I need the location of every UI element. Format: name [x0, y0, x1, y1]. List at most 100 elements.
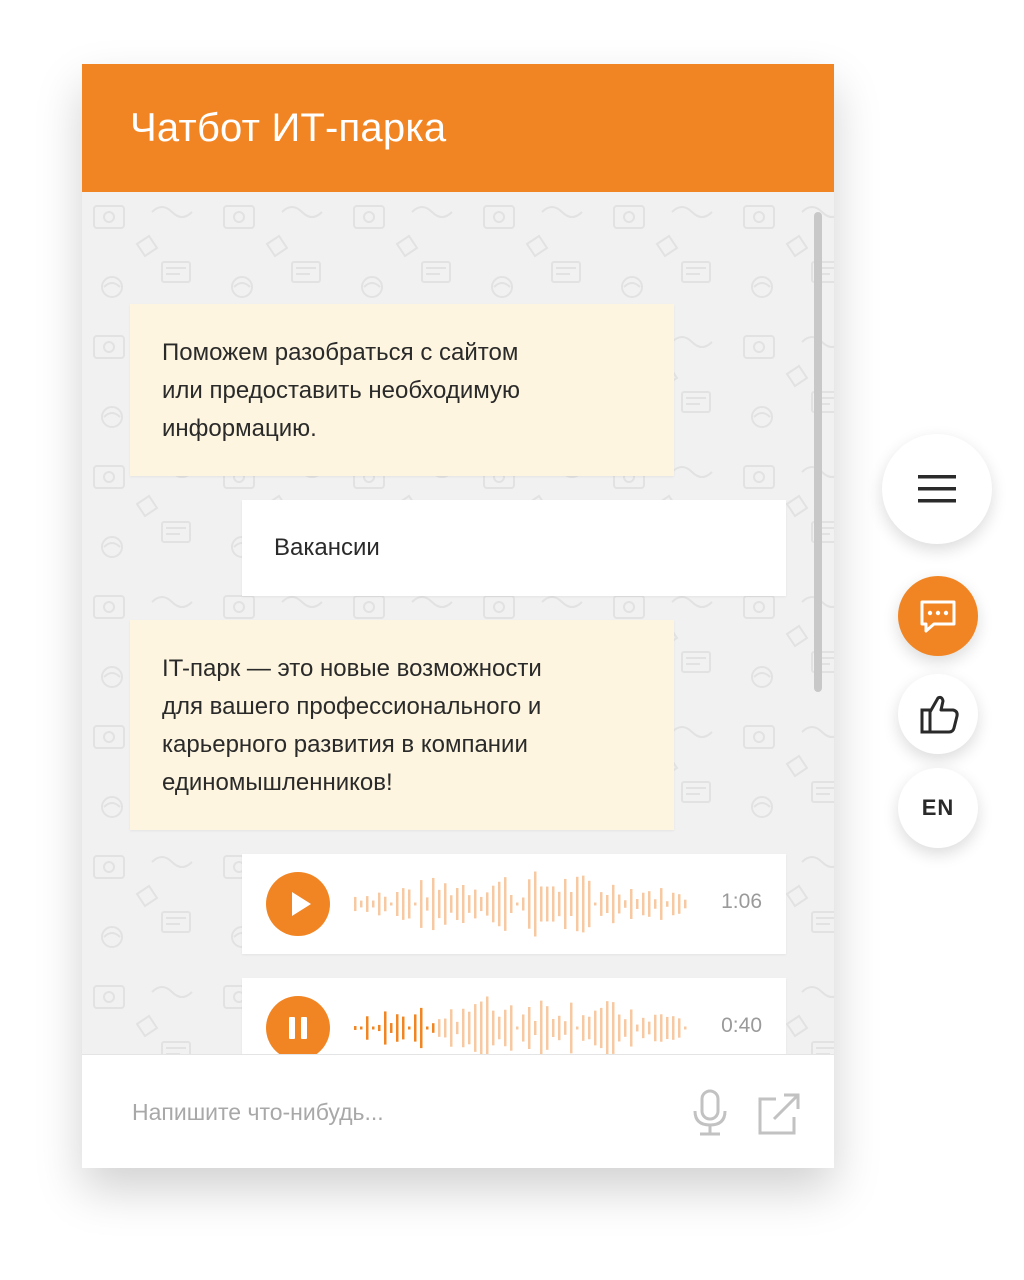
- waveform-bar: [384, 896, 387, 912]
- waveform-bar: [372, 1026, 375, 1030]
- waveform-bar: [528, 1007, 531, 1049]
- message-line: IT-парк — это новые возможности: [162, 655, 542, 682]
- waveform-bar: [462, 1008, 465, 1048]
- pause-button[interactable]: [266, 996, 330, 1054]
- play-button[interactable]: [266, 872, 330, 936]
- audio-message: 1:06: [242, 854, 786, 954]
- waveform-bar: [600, 1007, 603, 1049]
- waveform-bar: [402, 1016, 405, 1040]
- waveform-bar: [666, 1016, 669, 1040]
- waveform-bar: [366, 896, 369, 912]
- waveform-bar: [642, 892, 645, 916]
- waveform-bar: [432, 877, 435, 931]
- audio-duration: 1:06: [721, 890, 762, 913]
- waveform-bar: [606, 1001, 609, 1054]
- waveform-bar: [468, 895, 471, 913]
- waveform-bar: [480, 896, 483, 912]
- waveform-bar: [564, 878, 567, 930]
- chat-button[interactable]: [898, 576, 978, 656]
- waveform-bar: [630, 889, 633, 919]
- pause-icon: [289, 1017, 307, 1039]
- waveform-bar: [594, 902, 597, 906]
- menu-button[interactable]: [882, 434, 992, 544]
- message-composer: [82, 1054, 834, 1168]
- waveform-bar: [684, 899, 687, 909]
- waveform-bar: [414, 902, 417, 906]
- chatbot-widget: Чатбот ИТ-парка Поможем разобраться с са…: [82, 64, 834, 1168]
- bot-message-text: Поможем разобраться с сайтом или предост…: [162, 334, 642, 448]
- waveform-bar: [618, 894, 621, 914]
- waveform-bar: [648, 1021, 651, 1035]
- microphone-button[interactable]: [688, 1089, 732, 1137]
- waveform-bar: [450, 895, 453, 913]
- waveform-bar: [678, 1018, 681, 1038]
- waveform-bar: [366, 1016, 369, 1040]
- waveform-bar: [510, 894, 513, 914]
- message-line: Поможем разобраться с сайтом: [162, 339, 519, 366]
- waveform-bar: [396, 1014, 399, 1042]
- external-link-button[interactable]: [756, 1091, 802, 1137]
- message-input[interactable]: [130, 1085, 674, 1139]
- waveform-bar: [492, 1010, 495, 1046]
- external-link-icon: [758, 1093, 800, 1135]
- waveform-bar: [354, 1026, 357, 1030]
- waveform-bar: [546, 886, 549, 922]
- waveform-bar: [408, 1026, 411, 1030]
- waveform-bar: [612, 1002, 615, 1054]
- waveform-bar: [408, 889, 411, 919]
- language-label: EN: [921, 795, 955, 820]
- waveform-bar: [672, 1016, 675, 1040]
- chat-bubble-icon: [920, 600, 956, 633]
- waveform-bar: [546, 1006, 549, 1050]
- waveform-bar: [390, 1023, 393, 1033]
- audio-waveform[interactable]: [354, 994, 694, 1054]
- waveform-bar: [498, 881, 501, 927]
- waveform-bar: [504, 877, 507, 931]
- scrollbar-thumb[interactable]: [814, 212, 822, 692]
- waveform-bar: [576, 1026, 579, 1030]
- waveform-bar: [648, 891, 651, 917]
- bot-message-text: IT-парк — это новые возможности для ваше…: [162, 650, 642, 802]
- waveform-bar: [432, 1023, 435, 1033]
- feedback-button[interactable]: [898, 674, 978, 754]
- chat-header: Чатбот ИТ-парка: [82, 64, 834, 192]
- waveform-bar: [564, 1021, 567, 1035]
- bot-message: Поможем разобраться с сайтом или предост…: [130, 304, 674, 476]
- waveform-bar: [420, 1007, 423, 1049]
- user-message: Вакансии: [242, 500, 786, 596]
- waveform-bar: [672, 892, 675, 916]
- waveform-bar: [606, 894, 609, 914]
- message-line: карьерного развития в компании: [162, 731, 528, 758]
- waveform-bar: [492, 885, 495, 923]
- audio-message: 0:40: [242, 978, 786, 1054]
- scrollbar[interactable]: [814, 212, 822, 692]
- waveform-bar: [636, 899, 639, 909]
- waveform-bar: [438, 1019, 441, 1037]
- waveform-bar: [426, 897, 429, 911]
- waveform-bar: [372, 900, 375, 908]
- waveform-bar: [630, 1009, 633, 1047]
- waveform-bar: [666, 901, 669, 907]
- waveform-bar: [426, 1026, 429, 1030]
- language-button[interactable]: EN: [898, 768, 978, 848]
- waveform-bar: [660, 1014, 663, 1042]
- waveform-bar: [612, 884, 615, 924]
- message-list[interactable]: Поможем разобраться с сайтом или предост…: [82, 192, 834, 1054]
- audio-waveform[interactable]: [354, 870, 694, 938]
- waveform-bar: [600, 892, 603, 916]
- bot-message: IT-парк — это новые возможности для ваше…: [130, 620, 674, 830]
- waveform-bar: [474, 1004, 477, 1052]
- waveform-bar: [420, 880, 423, 928]
- waveform-bar: [576, 876, 579, 932]
- waveform-bar: [642, 1017, 645, 1039]
- waveform-bar: [594, 1010, 597, 1046]
- waveform-bar: [570, 1002, 573, 1054]
- waveform-bar: [552, 886, 555, 922]
- user-message-text: Вакансии: [274, 529, 754, 567]
- waveform-bar: [444, 1018, 447, 1038]
- audio-duration: 0:40: [721, 1014, 762, 1037]
- waveform-bar: [636, 1024, 639, 1032]
- waveform-bar: [402, 888, 405, 920]
- waveform-bar: [414, 1014, 417, 1042]
- waveform-bar: [582, 1015, 585, 1041]
